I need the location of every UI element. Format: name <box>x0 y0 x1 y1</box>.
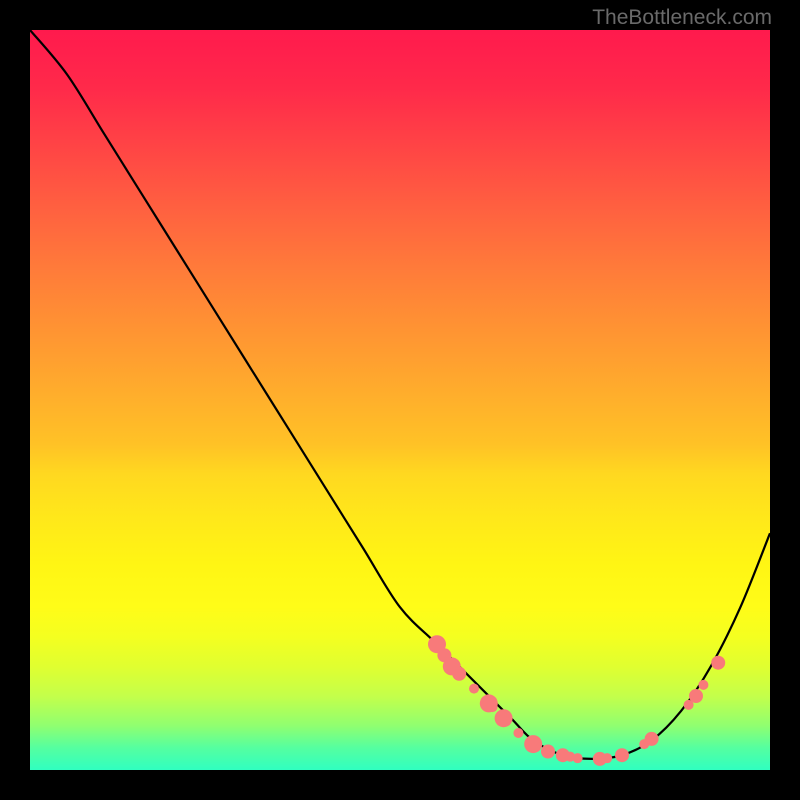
data-marker <box>452 667 466 681</box>
data-marker <box>495 709 513 727</box>
data-marker <box>711 656 725 670</box>
data-marker <box>524 735 542 753</box>
data-marker <box>513 728 523 738</box>
markers-group <box>428 635 725 766</box>
chart-svg <box>30 30 770 770</box>
bottleneck-curve <box>30 30 770 759</box>
data-marker <box>488 702 498 712</box>
data-marker <box>541 745 555 759</box>
data-marker <box>469 684 479 694</box>
data-marker <box>573 753 583 763</box>
data-marker <box>615 748 629 762</box>
data-marker <box>698 680 708 690</box>
data-marker <box>645 732 659 746</box>
data-marker <box>602 753 612 763</box>
curve-group <box>30 30 770 759</box>
watermark-text: TheBottleneck.com <box>592 6 772 30</box>
data-marker <box>689 689 703 703</box>
